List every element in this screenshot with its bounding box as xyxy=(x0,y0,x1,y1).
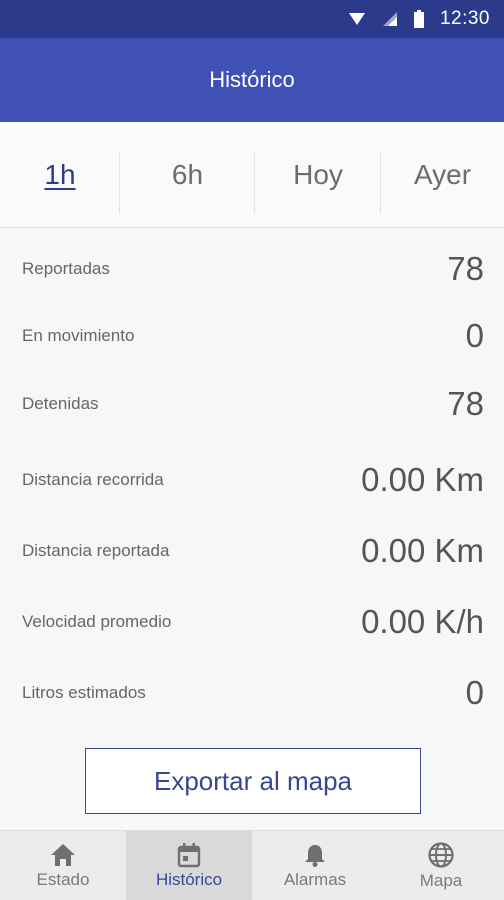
stat-value: 0.00 K/h xyxy=(361,603,484,640)
stat-row-distancia-reportada: Distancia reportada 0.00 Km xyxy=(0,521,504,581)
nav-label: Mapa xyxy=(419,871,463,890)
stat-row-detenidas: Detenidas 78 xyxy=(0,374,504,434)
stat-row-litros-estimados: Litros estimados 0 xyxy=(0,663,504,723)
globe-icon xyxy=(427,841,455,869)
tab-6h[interactable]: 6h xyxy=(120,122,255,227)
app-bar: Histórico xyxy=(0,38,504,122)
stat-label: Velocidad promedio xyxy=(22,612,172,631)
cellular-signal-icon xyxy=(382,11,398,27)
nav-label: Estado xyxy=(36,870,90,889)
stat-label: Litros estimados xyxy=(22,683,146,702)
calendar-icon xyxy=(176,842,202,868)
bell-icon xyxy=(302,842,328,868)
tab-ayer[interactable]: Ayer xyxy=(381,122,504,227)
battery-icon xyxy=(413,10,424,28)
nav-item-historico[interactable]: Histórico xyxy=(126,831,252,900)
stat-value: 78 xyxy=(447,385,484,422)
stat-value: 0 xyxy=(465,317,484,354)
status-bar: 12:30 xyxy=(0,0,504,38)
stat-label: Distancia recorrida xyxy=(22,470,164,489)
wifi-icon xyxy=(348,11,366,27)
export-to-map-button[interactable]: Exportar al mapa xyxy=(85,748,421,814)
nav-item-estado[interactable]: Estado xyxy=(0,831,126,900)
stat-row-velocidad-promedio: Velocidad promedio 0.00 K/h xyxy=(0,592,504,652)
stat-label: Distancia reportada xyxy=(22,541,170,560)
tab-hoy[interactable]: Hoy xyxy=(255,122,381,227)
tab-1h[interactable]: 1h xyxy=(0,122,120,227)
nav-label: Histórico xyxy=(155,870,223,889)
nav-item-alarmas[interactable]: Alarmas xyxy=(252,831,378,900)
stat-row-reportadas: Reportadas 78 xyxy=(0,239,504,299)
stat-label: Reportadas xyxy=(22,259,110,278)
home-icon xyxy=(49,842,77,868)
period-tabs: 1h 6h Hoy Ayer xyxy=(0,122,504,228)
stat-value: 0.00 Km xyxy=(361,461,484,498)
stat-row-distancia-recorrida: Distancia recorrida 0.00 Km xyxy=(0,450,504,510)
bottom-nav: Estado Histórico Alarmas Mapa xyxy=(0,830,504,900)
stat-value: 0.00 Km xyxy=(361,532,484,569)
stat-label: Detenidas xyxy=(22,394,99,413)
stat-value: 78 xyxy=(447,250,484,287)
page-title: Histórico xyxy=(209,67,295,92)
status-time: 12:30 xyxy=(439,8,490,29)
nav-label: Alarmas xyxy=(283,870,347,889)
stat-label: En movimiento xyxy=(22,326,135,345)
nav-item-mapa[interactable]: Mapa xyxy=(378,831,504,900)
stat-row-en-movimiento: En movimiento 0 xyxy=(0,306,504,366)
stat-value: 0 xyxy=(465,674,484,711)
